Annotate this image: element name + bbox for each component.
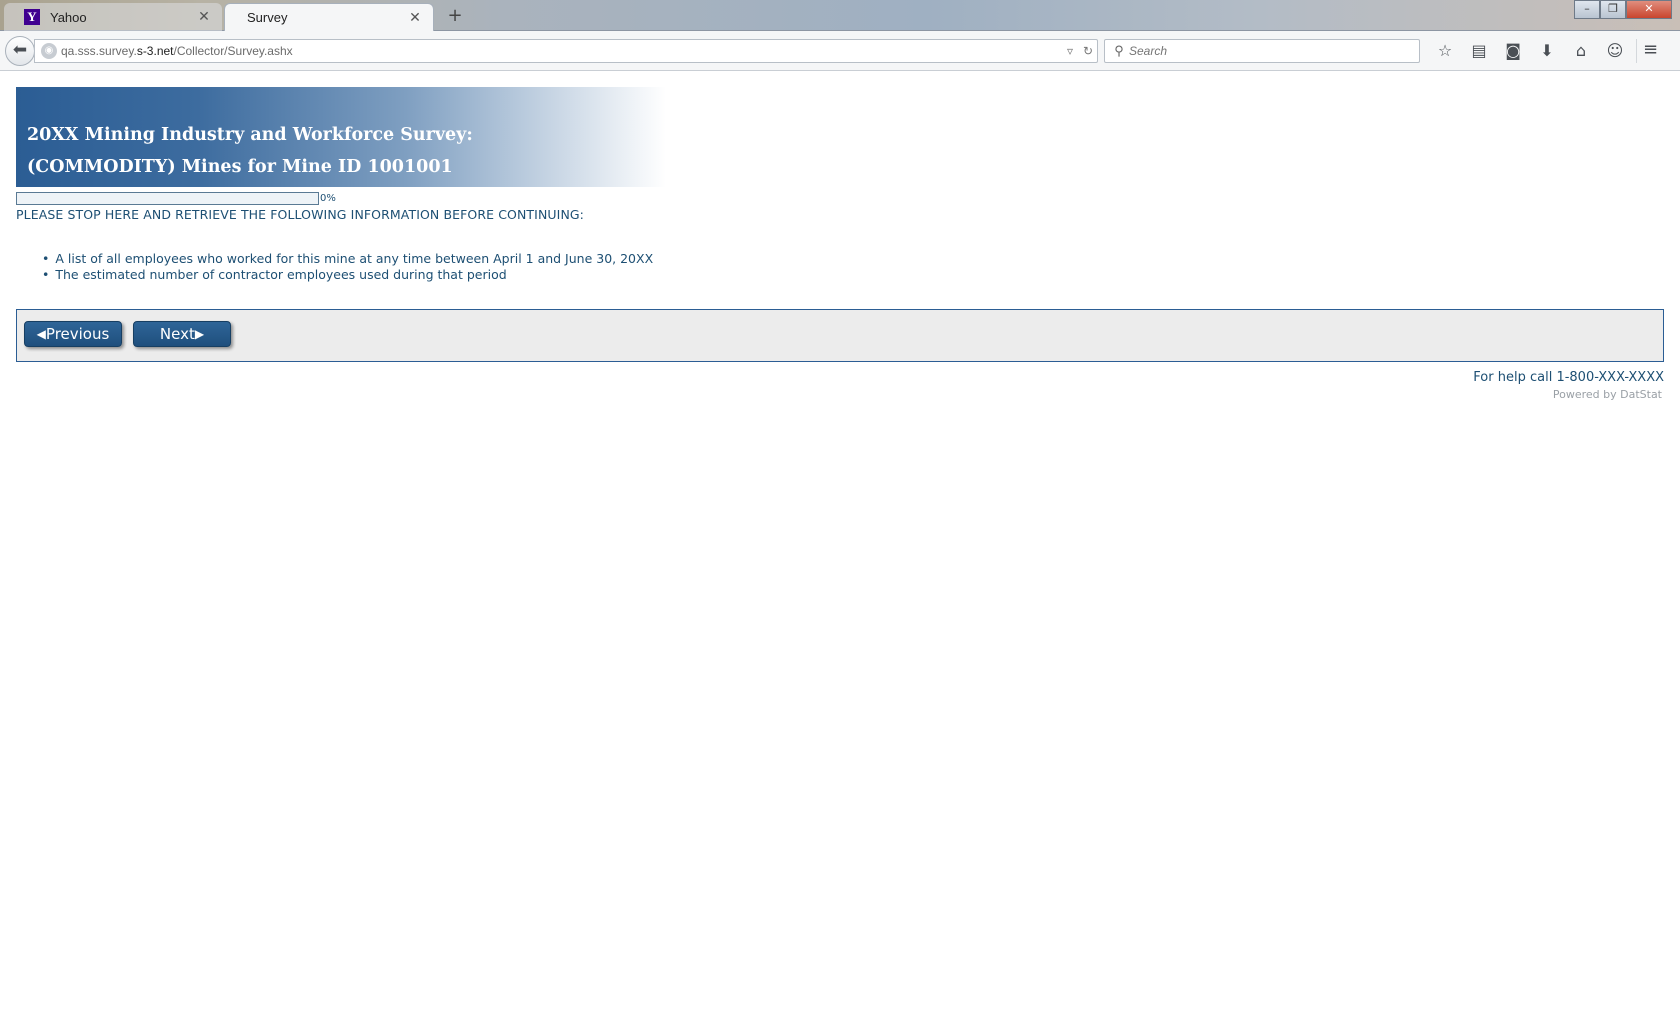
survey-header-banner: 20XX Mining Industry and Workforce Surve… xyxy=(16,87,666,187)
home-icon[interactable]: ⌂ xyxy=(1564,39,1598,63)
survey-page: 20XX Mining Industry and Workforce Surve… xyxy=(16,87,1664,401)
minimize-button[interactable]: – xyxy=(1574,0,1600,19)
bookmark-star-icon[interactable]: ☆ xyxy=(1428,39,1462,63)
url-domain: s-3.net xyxy=(136,44,174,58)
window-controls: – ❐ ✕ xyxy=(1574,0,1672,19)
toolbar-icons: ☆ ▤ ◙ ⬇ ⌂ ☺ xyxy=(1428,39,1632,63)
close-tab-icon[interactable]: ✕ xyxy=(407,10,423,26)
progress-bar xyxy=(16,191,319,205)
back-button[interactable]: ⬅ xyxy=(5,36,35,66)
pocket-icon[interactable]: ◙ xyxy=(1496,39,1530,63)
right-triangle-icon: ▶ xyxy=(194,327,205,341)
reload-icon[interactable]: ↻ xyxy=(1079,44,1097,58)
restore-button[interactable]: ❐ xyxy=(1600,0,1626,19)
progress-percent: 0% xyxy=(320,192,336,204)
bookmarks-list-icon[interactable]: ▤ xyxy=(1462,39,1496,63)
navigation-toolbar: ⬅ ◉ qa.sss.survey.s-3.net/Collector/Surv… xyxy=(0,31,1680,71)
yahoo-favicon-icon: Y xyxy=(24,9,40,25)
survey-navigation-panel: ◀ Previous Next ▶ xyxy=(16,309,1664,362)
tab-survey[interactable]: Survey ✕ xyxy=(224,3,434,31)
previous-button-label: Previous xyxy=(45,325,110,343)
history-dropdown-icon[interactable]: ▿ xyxy=(1061,44,1079,58)
close-tab-icon[interactable]: ✕ xyxy=(196,9,212,25)
progress-indicator: 0% xyxy=(16,189,1664,207)
tab-strip: Y Yahoo ✕ Survey ✕ + – ❐ ✕ xyxy=(0,0,1680,31)
site-identity-icon[interactable]: ◉ xyxy=(41,43,57,59)
stop-notice: PLEASE STOP HERE AND RETRIEVE THE FOLLOW… xyxy=(16,207,584,222)
url-path: /Collector/Survey.ashx xyxy=(173,44,293,58)
chat-icon[interactable]: ☺ xyxy=(1598,39,1632,63)
hamburger-menu-icon[interactable]: ≡ xyxy=(1636,39,1664,63)
list-item: The estimated number of contractor emplo… xyxy=(42,267,1664,283)
help-phone-text: For help call 1-800-XXX-XXXX xyxy=(1473,370,1664,385)
back-arrow-icon: ⬅ xyxy=(12,40,28,60)
next-button[interactable]: Next ▶ xyxy=(133,321,231,347)
url-text[interactable]: qa.sss.survey.s-3.net/Collector/Survey.a… xyxy=(61,44,1061,58)
tab-label: Survey xyxy=(247,10,288,25)
close-window-button[interactable]: ✕ xyxy=(1626,0,1672,19)
powered-by-text: Powered by DatStat xyxy=(1552,388,1662,401)
tab-yahoo[interactable]: Y Yahoo ✕ xyxy=(4,3,222,31)
search-box[interactable]: ⚲ xyxy=(1104,39,1420,63)
survey-title: 20XX Mining Industry and Workforce Surve… xyxy=(27,119,473,183)
search-icon: ⚲ xyxy=(1114,43,1124,58)
requirements-list: A list of all employees who worked for t… xyxy=(16,251,1664,283)
downloads-icon[interactable]: ⬇ xyxy=(1530,39,1564,63)
list-item: A list of all employees who worked for t… xyxy=(42,251,1664,267)
survey-title-line1: 20XX Mining Industry and Workforce Surve… xyxy=(27,125,473,145)
url-prefix: qa.sss.survey. xyxy=(61,44,137,58)
left-triangle-icon: ◀ xyxy=(36,327,46,341)
address-bar[interactable]: ◉ qa.sss.survey.s-3.net/Collector/Survey… xyxy=(34,39,1098,63)
next-button-label: Next xyxy=(159,325,195,343)
tab-label: Yahoo xyxy=(50,9,87,25)
previous-button[interactable]: ◀ Previous xyxy=(24,321,122,347)
survey-title-line2: (COMMODITY) Mines for Mine ID 1001001 xyxy=(27,157,453,177)
search-input[interactable] xyxy=(1129,44,1419,58)
new-tab-button[interactable]: + xyxy=(444,5,466,27)
